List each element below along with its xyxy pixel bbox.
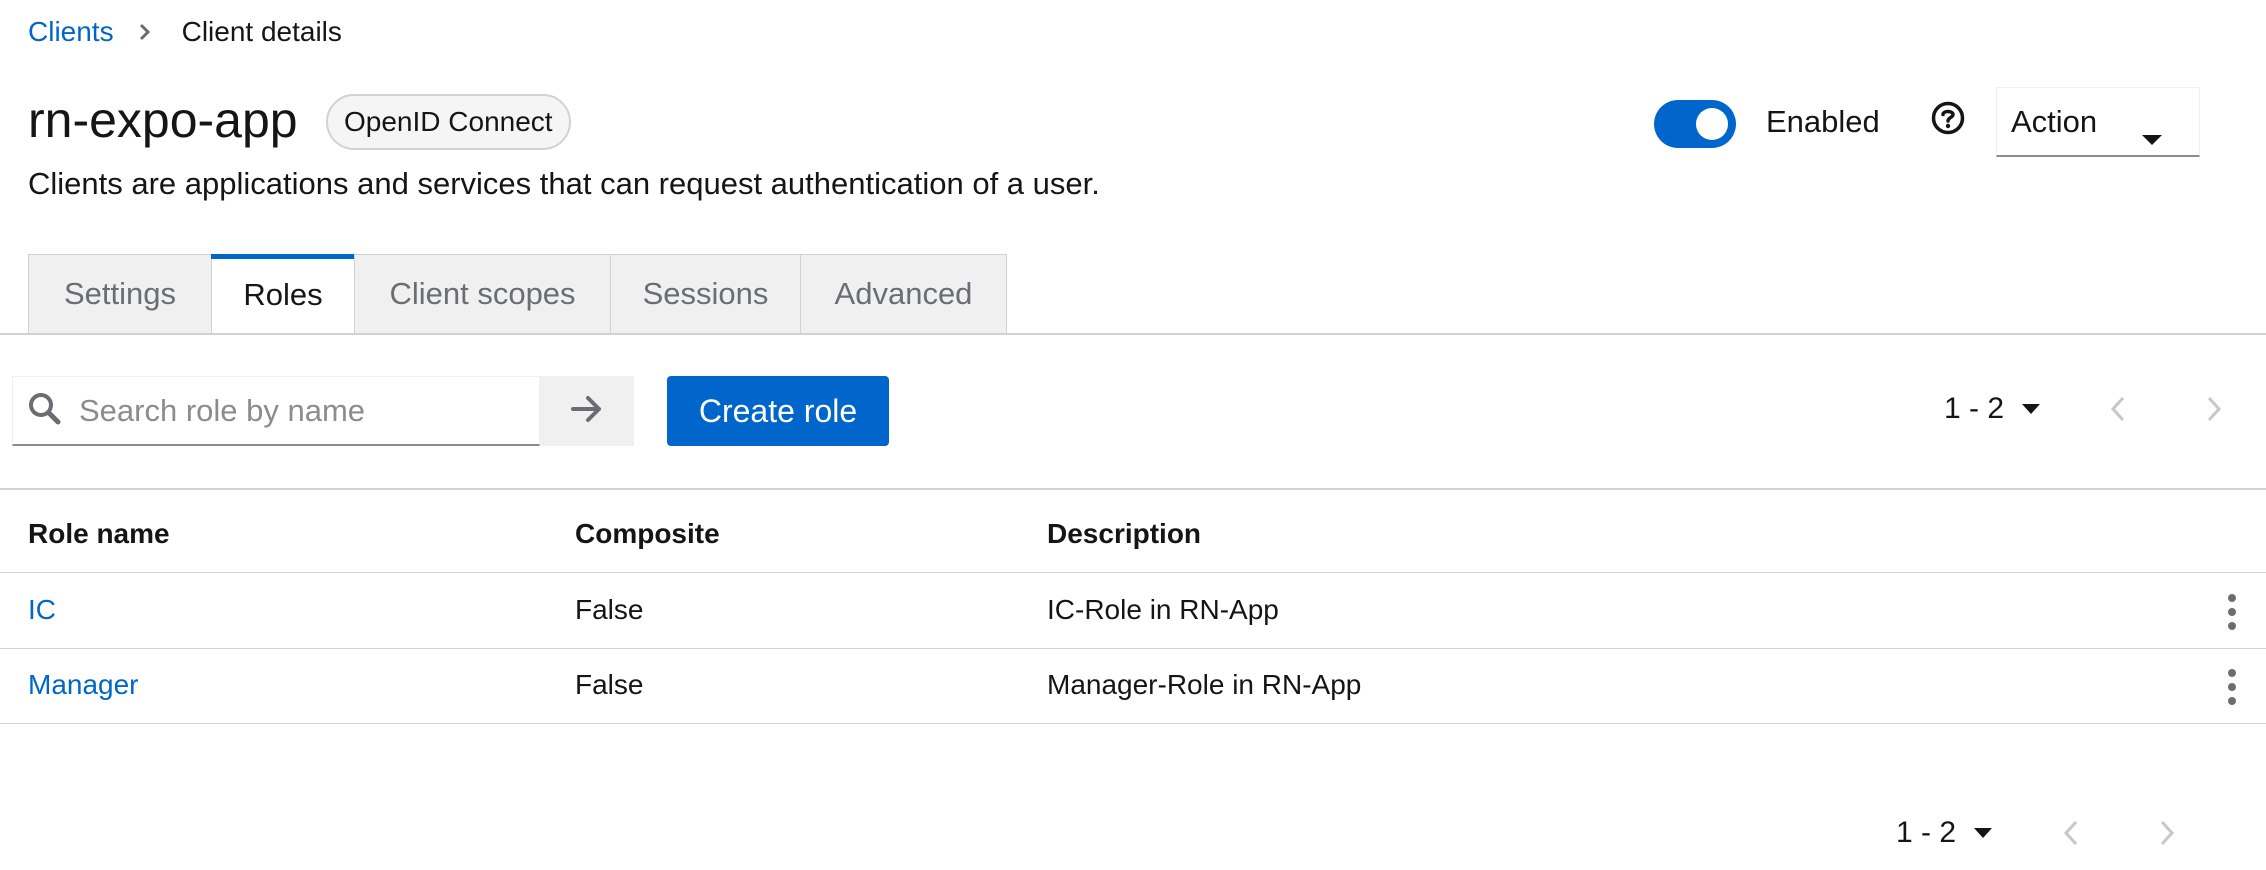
- role-composite: False: [575, 594, 644, 625]
- enabled-label: Enabled: [1766, 104, 1880, 139]
- role-description: Manager-Role in RN-App: [1047, 669, 1362, 700]
- action-dropdown-label: Action: [2011, 103, 2098, 139]
- pagination-next-top[interactable]: [2206, 396, 2222, 427]
- tab-advanced[interactable]: Advanced: [800, 254, 1007, 334]
- caret-down-icon: [2141, 118, 2163, 154]
- pagination-prev-bottom[interactable]: [2063, 820, 2079, 851]
- pagination-next-bottom[interactable]: [2159, 820, 2175, 851]
- search-submit-button[interactable]: [540, 376, 634, 446]
- column-header-description: Description: [1047, 518, 1202, 549]
- client-tabs: Settings Roles Client scopes Sessions Ad…: [28, 254, 1007, 334]
- pagination-range: 1 - 2: [1944, 392, 2005, 425]
- protocol-badge: OpenID Connect: [326, 94, 571, 150]
- toggle-knob: [1696, 108, 1728, 140]
- create-role-button[interactable]: Create role: [667, 376, 889, 446]
- kebab-icon[interactable]: [2222, 667, 2242, 707]
- role-name-link[interactable]: Manager: [28, 669, 139, 701]
- chevron-right-icon: [138, 22, 152, 42]
- role-composite: False: [575, 669, 644, 700]
- column-header-role-name[interactable]: Role name: [28, 518, 170, 550]
- caret-down-icon: [1974, 828, 1993, 838]
- search-role-input[interactable]: [79, 392, 519, 429]
- action-dropdown[interactable]: Action: [1996, 87, 2200, 157]
- breadcrumb: Clients Client details: [28, 14, 342, 50]
- page-subtitle: Clients are applications and services th…: [28, 166, 1100, 201]
- pagination-prev-top[interactable]: [2110, 396, 2126, 427]
- arrow-right-icon: [571, 395, 603, 428]
- role-name-link[interactable]: IC: [28, 594, 56, 626]
- pagination-toggle-bottom[interactable]: 1 - 2: [1896, 816, 1993, 850]
- caret-down-icon: [2022, 404, 2041, 414]
- role-description: IC-Role in RN-App: [1047, 594, 1279, 625]
- breadcrumb-current: Client details: [181, 16, 342, 47]
- angle-right-icon: [2206, 396, 2222, 427]
- tab-roles[interactable]: Roles: [211, 254, 355, 334]
- tab-sessions[interactable]: Sessions: [610, 254, 800, 334]
- pagination-range: 1 - 2: [1896, 816, 1957, 849]
- table-row-border: [0, 648, 2266, 649]
- tab-settings[interactable]: Settings: [28, 254, 211, 334]
- table-top-border: [0, 488, 2266, 490]
- kebab-icon[interactable]: [2222, 592, 2242, 632]
- page-title: rn-expo-app: [28, 92, 298, 148]
- table-header-border: [0, 572, 2266, 573]
- table-row-border: [0, 723, 2266, 724]
- breadcrumb-clients-link[interactable]: Clients: [28, 16, 114, 48]
- angle-left-icon: [2110, 396, 2126, 427]
- search-box: [12, 376, 540, 446]
- angle-left-icon: [2063, 820, 2079, 851]
- enabled-toggle[interactable]: [1654, 100, 1736, 148]
- column-header-composite: Composite: [575, 518, 720, 549]
- tab-client-scopes[interactable]: Client scopes: [354, 254, 610, 334]
- pagination-toggle-top[interactable]: 1 - 2: [1944, 392, 2041, 426]
- help-icon[interactable]: [1930, 100, 1966, 136]
- tabs-divider: [0, 333, 2266, 335]
- angle-right-icon: [2159, 820, 2175, 851]
- search-icon: [27, 391, 61, 430]
